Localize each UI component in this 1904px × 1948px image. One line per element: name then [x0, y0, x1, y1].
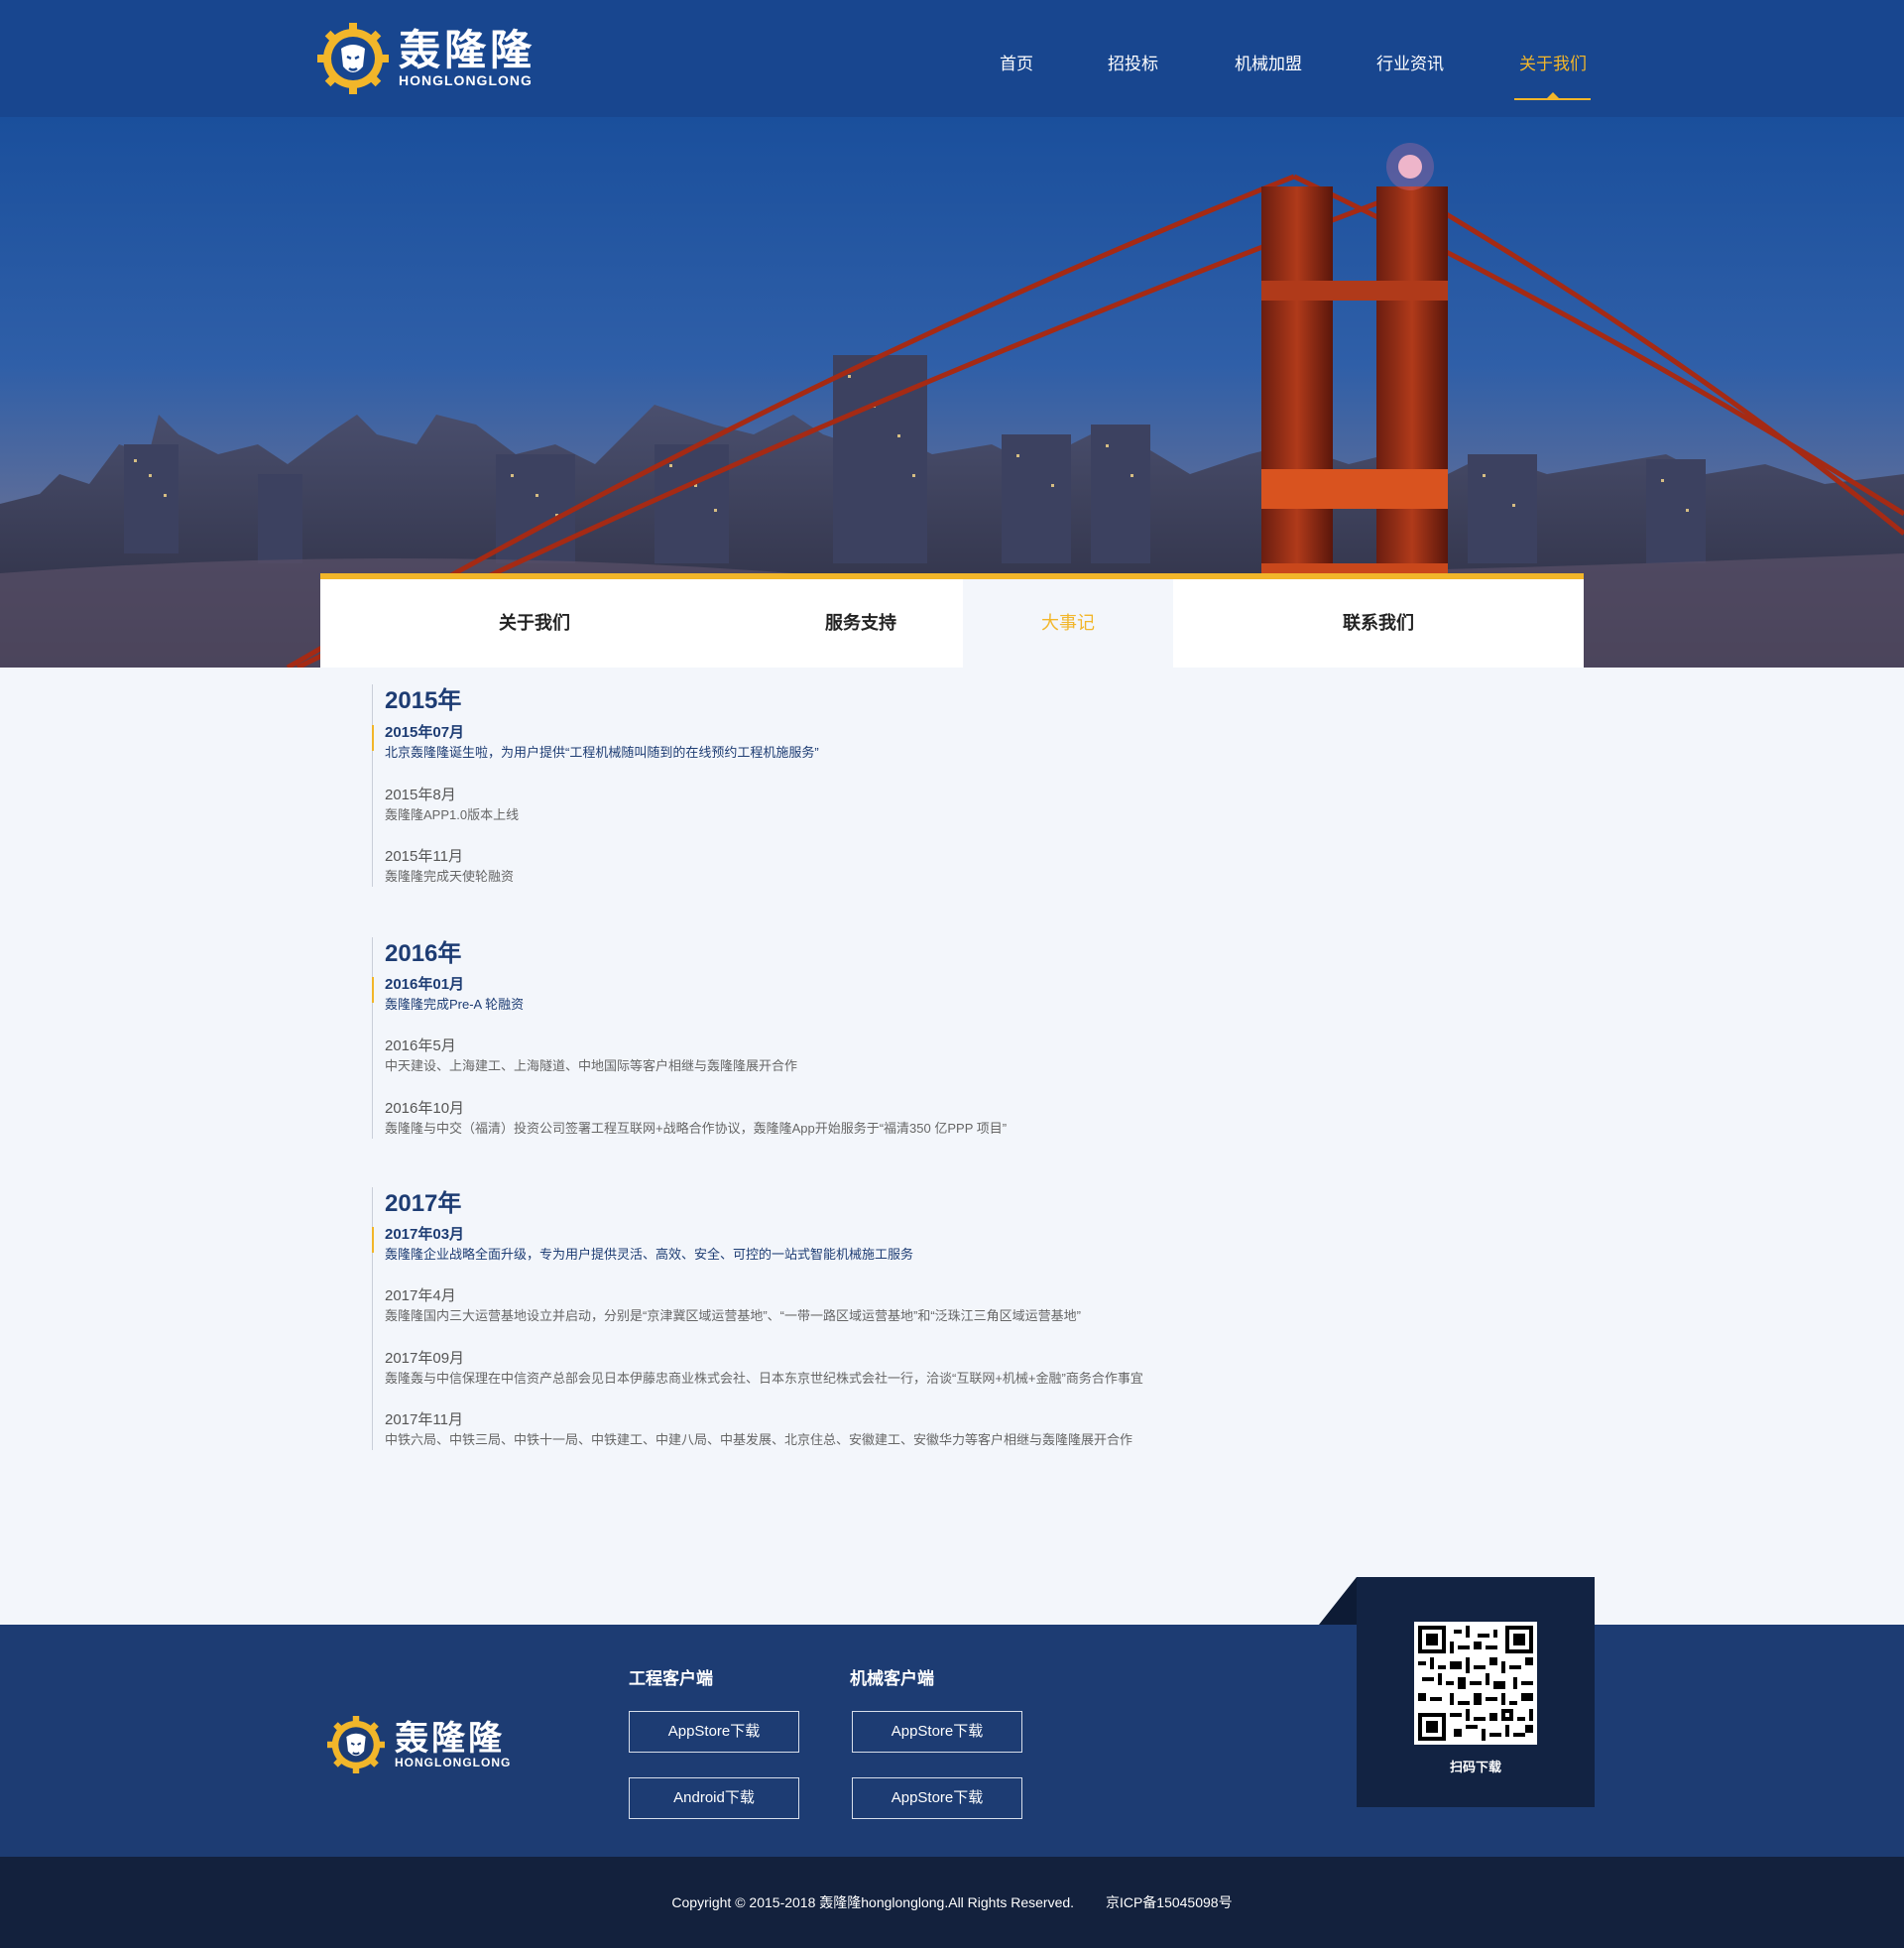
event-date: 2017年03月 — [385, 1226, 465, 1243]
timeline-event: 2017年09月 轰隆轰与中信保理在中信资产总部会见日本伊藤忠商业株式会社、日本… — [373, 1349, 1143, 1389]
machinery-client-title: 机械客户端 — [850, 1669, 934, 1688]
event-description: 中天建设、上海建工、上海隧道、中地国际等客户相继与轰隆隆展开合作 — [385, 1058, 798, 1073]
tab-contact-us[interactable]: 联系我们 — [1173, 579, 1584, 668]
event-date: 2016年01月 — [385, 976, 465, 993]
event-description: 轰隆隆APP1.0版本上线 — [385, 807, 520, 822]
nav-active-underline — [1514, 98, 1591, 100]
tab-about-us[interactable]: 关于我们 — [320, 579, 749, 668]
site-header: 轰隆隆 HONGLONGLONG 首页 招投标 机械加盟 行业资讯 关于我们 — [0, 0, 1904, 117]
brand-text: 轰隆隆 HONGLONGLONG — [395, 1721, 511, 1769]
qr-panel-fold — [1319, 1577, 1357, 1625]
machinery-appstore-button[interactable]: AppStore下载 — [852, 1711, 1022, 1753]
timeline-event: 2015年11月 轰隆隆完成天使轮融资 — [373, 847, 819, 887]
event-date: 2017年09月 — [385, 1350, 465, 1367]
event-description: 轰隆轰与中信保理在中信资产总部会见日本伊藤忠商业株式会社、日本东京世纪株式会社一… — [385, 1371, 1143, 1386]
event-date: 2017年11月 — [385, 1411, 463, 1428]
nav-item-franchise[interactable]: 机械加盟 — [1235, 50, 1302, 74]
event-date: 2017年4月 — [385, 1287, 456, 1304]
brand-text: 轰隆隆 HONGLONGLONG — [399, 27, 536, 89]
brand-name-cn: 轰隆隆 — [399, 27, 536, 73]
event-description: 轰隆隆完成Pre-A 轮融资 — [385, 997, 525, 1012]
year-title: 2017年 — [385, 1190, 462, 1217]
qr-code-icon[interactable] — [1414, 1622, 1537, 1745]
nav-item-bidding[interactable]: 招投标 — [1108, 50, 1158, 74]
event-date: 2015年8月 — [385, 787, 456, 803]
lion-gear-logo-icon — [317, 23, 389, 94]
engineering-appstore-button[interactable]: AppStore下载 — [629, 1711, 799, 1753]
brand-name-cn: 轰隆隆 — [395, 1719, 505, 1758]
site-footer: 轰隆隆 HONGLONGLONG 工程客户端 AppStore下载 Androi… — [0, 1625, 1904, 1857]
icp-license[interactable]: 京ICP备15045098号 — [1106, 1894, 1233, 1910]
event-date: 2016年5月 — [385, 1037, 456, 1054]
nav-item-home[interactable]: 首页 — [1000, 50, 1033, 74]
machinery-appstore-button-2[interactable]: AppStore下载 — [852, 1777, 1022, 1819]
timeline-event: 2017年11月 中铁六局、中铁三局、中铁十一局、中铁建工、中建八局、中基发展、… — [373, 1410, 1143, 1450]
event-description: 中铁六局、中铁三局、中铁十一局、中铁建工、中建八局、中基发展、北京住总、安徽建工… — [385, 1432, 1133, 1447]
qr-label: 扫码下载 — [1449, 1760, 1501, 1774]
tab-milestones[interactable]: 大事记 — [963, 579, 1173, 668]
timeline-event: 2017年03月 轰隆隆企业战略全面升级，专为用户提供灵活、高效、安全、可控的一… — [372, 1225, 1143, 1265]
brand-name-en: HONGLONGLONG — [399, 72, 533, 88]
nav-item-news[interactable]: 行业资讯 — [1376, 50, 1444, 74]
timeline-event: 2016年01月 轰隆隆完成Pre-A 轮融资 — [371, 975, 1007, 1015]
copyright-text: Copyright © 2015-2018 轰隆隆honglonglong.Al… — [671, 1894, 1075, 1910]
event-description: 轰隆隆国内三大运营基地设立并启动，分别是“京津冀区域运营基地”、“一带一路区域运… — [385, 1308, 1081, 1323]
year-title: 2016年 — [385, 940, 462, 967]
timeline-event: 2016年5月 中天建设、上海建工、上海隧道、中地国际等客户相继与轰隆隆展开合作 — [373, 1036, 1007, 1076]
year-block-2017: 2017年 2017年03月 轰隆隆企业战略全面升级，专为用户提供灵活、高效、安… — [372, 1187, 1143, 1450]
brand-name-en: HONGLONGLONG — [395, 1755, 512, 1769]
event-description: 轰隆隆完成天使轮融资 — [385, 869, 515, 884]
brand-logo[interactable]: 轰隆隆 HONGLONGLONG — [317, 22, 536, 95]
event-date: 2015年11月 — [385, 848, 463, 865]
timeline-event: 2017年4月 轰隆隆国内三大运营基地设立并启动，分别是“京津冀区域运营基地”、… — [373, 1286, 1143, 1326]
timeline-event: 2015年8月 轰隆隆APP1.0版本上线 — [373, 786, 819, 825]
lion-gear-logo-icon — [327, 1716, 385, 1773]
year-block-2016: 2016年 2016年01月 轰隆隆完成Pre-A 轮融资 2016年5月 中天… — [371, 937, 1007, 1139]
year-title: 2015年 — [385, 687, 462, 714]
year-block-2015: 2015年 2015年07月 北京轰隆隆诞生啦，为用户提供“工程机械随叫随到的在… — [372, 684, 819, 887]
footer-logo[interactable]: 轰隆隆 HONGLONGLONG — [327, 1716, 511, 1773]
timeline-event: 2016年10月 轰隆隆与中交（福清）投资公司签署工程互联网+战略合作协议，轰隆… — [373, 1099, 1007, 1139]
copyright-bar: Copyright © 2015-2018 轰隆隆honglonglong.Al… — [0, 1857, 1904, 1948]
engineering-client-title: 工程客户端 — [629, 1669, 713, 1688]
timeline-event: 2015年07月 北京轰隆隆诞生啦，为用户提供“工程机械随叫随到的在线预约工程机… — [372, 723, 819, 763]
engineering-android-button[interactable]: Android下载 — [629, 1777, 799, 1819]
event-date: 2015年07月 — [385, 724, 465, 741]
event-description: 轰隆隆企业战略全面升级，专为用户提供灵活、高效、安全、可控的一站式智能机械施工服… — [385, 1247, 914, 1262]
event-date: 2016年10月 — [385, 1100, 465, 1117]
event-description: 轰隆隆与中交（福清）投资公司签署工程互联网+战略合作协议，轰隆隆App开始服务于… — [385, 1121, 1008, 1136]
nav-item-about[interactable]: 关于我们 — [1519, 50, 1587, 74]
qr-download-panel: 扫码下载 — [1357, 1577, 1595, 1807]
section-tabs: 关于我们 服务支持 大事记 联系我们 — [320, 573, 1584, 668]
event-description: 北京轰隆隆诞生啦，为用户提供“工程机械随叫随到的在线预约工程机施服务” — [385, 745, 819, 760]
